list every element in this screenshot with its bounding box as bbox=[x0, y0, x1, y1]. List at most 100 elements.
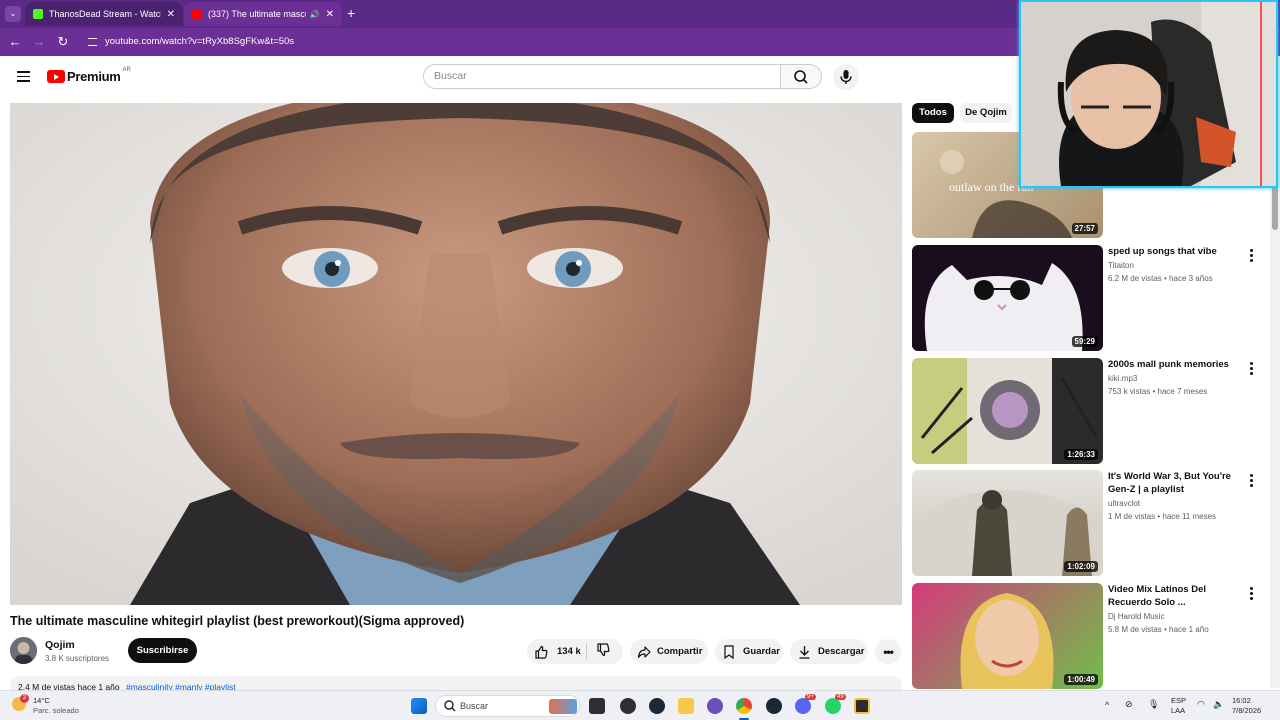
share-button[interactable]: Compartir bbox=[630, 639, 708, 664]
video-player[interactable] bbox=[10, 103, 902, 605]
webcam-overlay bbox=[1019, 0, 1278, 188]
recommendation-meta: 5.8 M de vistas • hace 1 año bbox=[1108, 625, 1209, 634]
video-duration: 1:02:09 bbox=[1064, 561, 1098, 572]
obs-icon[interactable] bbox=[620, 698, 636, 714]
tab-youtube-video[interactable]: (337) The ultimate masculin 🔊 ✕ bbox=[184, 2, 342, 26]
recommendation-title[interactable]: sped up songs that vibe bbox=[1108, 245, 1245, 258]
channel-name[interactable]: Qojim bbox=[45, 639, 75, 651]
hashtags[interactable]: #masculinity #manly #playlist bbox=[126, 682, 236, 690]
more-actions-button[interactable]: ••• bbox=[875, 639, 901, 664]
weather-widget[interactable]: 2 14°C Parc. soleado bbox=[12, 694, 92, 717]
search-input[interactable]: Buscar bbox=[423, 64, 781, 89]
notification-badge: 2 bbox=[20, 694, 29, 703]
file-explorer-icon[interactable] bbox=[678, 698, 694, 714]
avatar-image bbox=[10, 637, 37, 664]
steam-icon-2[interactable] bbox=[766, 698, 782, 714]
save-button[interactable]: Guardar bbox=[715, 639, 783, 664]
recommendation-meta: 1 M de vistas • hace 11 meses bbox=[1108, 512, 1217, 521]
search-icon bbox=[794, 70, 808, 84]
close-tab-icon[interactable]: ✕ bbox=[326, 9, 334, 20]
more-vertical-icon[interactable] bbox=[1250, 249, 1254, 264]
speaker-icon[interactable]: 🔊 bbox=[310, 10, 320, 19]
tray-chevron-icon[interactable]: ^ bbox=[1105, 700, 1109, 710]
weather-desc: Parc. soleado bbox=[33, 706, 79, 715]
views-and-date: 2,4 M de vistas hace 1 año bbox=[18, 682, 120, 690]
start-windows-icon[interactable] bbox=[411, 698, 427, 714]
search-icon bbox=[444, 700, 456, 712]
logo-text: Premium bbox=[67, 69, 121, 84]
video-duration: 1:26:33 bbox=[1064, 449, 1098, 460]
video-description-box[interactable]: 2,4 M de vistas hace 1 año #masculinity … bbox=[10, 676, 902, 690]
close-tab-icon[interactable]: ✕ bbox=[167, 9, 175, 20]
recommendation-title[interactable]: 2000s mall punk memories bbox=[1108, 358, 1245, 371]
tab-search-button[interactable]: ⌄ bbox=[5, 6, 21, 22]
more-vertical-icon[interactable] bbox=[1250, 587, 1254, 602]
channel-avatar[interactable] bbox=[10, 637, 37, 664]
recommendation-meta: 6.2 M de vistas • hace 3 años bbox=[1108, 274, 1213, 283]
thumbs-up-icon bbox=[535, 645, 548, 659]
recommendation-title[interactable]: Video Mix Latinos Del Recuerdo Solo ... bbox=[1108, 583, 1245, 609]
share-label: Compartir bbox=[657, 646, 703, 657]
discord-icon[interactable] bbox=[795, 698, 811, 714]
language-code[interactable]: ESP bbox=[1171, 696, 1186, 705]
dislike-button[interactable] bbox=[587, 643, 610, 660]
video-thumbnail[interactable]: 1:00:49 bbox=[912, 583, 1103, 689]
recommendation-channel[interactable]: Dj Harold Music bbox=[1108, 612, 1164, 621]
youtube-premium-logo[interactable]: Premium AR bbox=[47, 67, 131, 84]
tab-thanosdead-stream[interactable]: ThanosDead Stream - Watch Li ✕ bbox=[25, 2, 183, 26]
new-tab-button[interactable]: + bbox=[347, 5, 355, 21]
taskbar-search-label: Buscar bbox=[460, 701, 489, 711]
video-duration: 1:00:49 bbox=[1064, 674, 1098, 685]
video-thumbnail[interactable]: 59:29 bbox=[912, 245, 1103, 351]
tab-title: ThanosDead Stream - Watch Li bbox=[49, 9, 161, 19]
recommendation-title[interactable]: It's World War 3, But You're Gen-Z | a p… bbox=[1108, 470, 1245, 496]
video-title: The ultimate masculine whitegirl playlis… bbox=[10, 614, 465, 628]
discord-badge: 9+ bbox=[805, 694, 816, 700]
thumbs-down-icon bbox=[597, 643, 610, 657]
volume-icon[interactable]: 🔈 bbox=[1213, 699, 1224, 710]
clock-date[interactable]: 7/8/2026 bbox=[1232, 706, 1261, 715]
chip-todos[interactable]: Todos bbox=[912, 103, 954, 123]
subscribe-button[interactable]: Suscribirse bbox=[128, 638, 197, 663]
youtube-favicon-icon bbox=[192, 9, 202, 19]
download-button[interactable]: Descargar bbox=[790, 639, 868, 664]
recommendation-channel[interactable]: kiki.mp3 bbox=[1108, 374, 1137, 383]
voice-search-button[interactable] bbox=[833, 64, 859, 90]
reload-button[interactable]: ↻ bbox=[55, 34, 71, 50]
steam-icon[interactable] bbox=[649, 698, 665, 714]
whatsapp-icon[interactable] bbox=[825, 698, 841, 714]
app-icon[interactable] bbox=[707, 698, 723, 714]
like-button[interactable]: 134 k bbox=[527, 643, 587, 660]
recommendation-channel[interactable]: Titaiton bbox=[1108, 261, 1134, 270]
clock-time[interactable]: 16:02 bbox=[1232, 696, 1251, 705]
recommendation-item[interactable]: 1:02:09 It's World War 3, But You're Gen… bbox=[912, 470, 1277, 576]
video-thumbnail[interactable]: 1:26:33 bbox=[912, 358, 1103, 464]
search-button[interactable] bbox=[781, 64, 822, 89]
back-button[interactable]: ← bbox=[7, 34, 23, 49]
site-info-icon[interactable] bbox=[88, 38, 97, 46]
recommendation-item[interactable]: 1:26:33 2000s mall punk memories kiki.mp… bbox=[912, 358, 1277, 464]
more-vertical-icon[interactable] bbox=[1250, 474, 1254, 489]
recommendation-item[interactable]: 59:29 sped up songs that vibe Titaiton 6… bbox=[912, 245, 1277, 351]
recommendation-item[interactable]: 1:00:49 Video Mix Latinos Del Recuerdo S… bbox=[912, 583, 1277, 689]
network-off-icon[interactable]: ⊘ bbox=[1125, 699, 1133, 710]
download-icon bbox=[799, 645, 810, 659]
url-bar[interactable]: youtube.com/watch?v=tRyXb8SgFKw&t=50s bbox=[105, 36, 294, 47]
taskbar-search-box[interactable]: Buscar bbox=[435, 695, 580, 717]
forward-button[interactable]: → bbox=[31, 34, 47, 49]
mic-tray-icon[interactable]: 🎙 bbox=[1148, 699, 1159, 710]
recommendation-channel[interactable]: ultravclot bbox=[1108, 499, 1140, 508]
video-thumbnail[interactable]: 1:02:09 bbox=[912, 470, 1103, 576]
app-icon-yellow[interactable] bbox=[854, 698, 870, 714]
chrome-icon[interactable] bbox=[736, 698, 752, 714]
task-view-icon[interactable] bbox=[589, 698, 605, 714]
chip-de-qojim[interactable]: De Qojim bbox=[960, 103, 1012, 123]
recommendation-meta: 753 k vistas • hace 7 meses bbox=[1108, 387, 1208, 396]
like-dislike-group: 134 k bbox=[527, 639, 623, 664]
more-vertical-icon[interactable] bbox=[1250, 362, 1254, 377]
language-layout[interactable]: LAA bbox=[1171, 706, 1185, 715]
wifi-icon[interactable]: ◠ bbox=[1197, 699, 1205, 710]
like-count: 134 k bbox=[557, 646, 581, 657]
hamburger-menu-icon[interactable] bbox=[17, 71, 30, 82]
video-duration: 27:57 bbox=[1071, 223, 1098, 234]
